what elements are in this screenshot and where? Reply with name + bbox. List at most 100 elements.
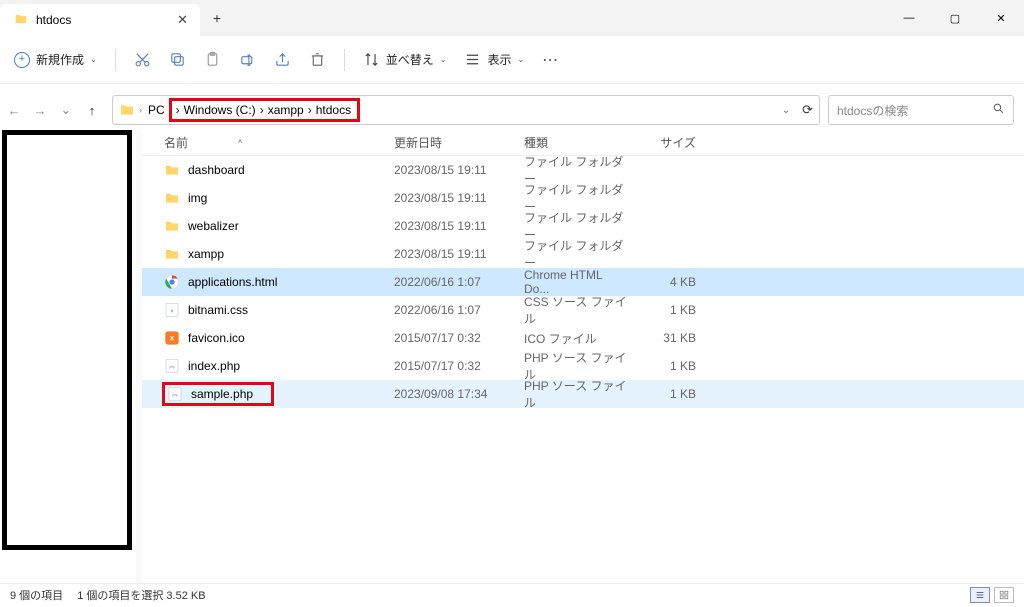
file-row[interactable]: xampp 2023/08/15 19:11ファイル フォルダー	[142, 240, 1024, 268]
file-type: Chrome HTML Do...	[524, 268, 630, 296]
file-name-cell: xampp	[164, 246, 394, 262]
sort-ascending-icon: ˄	[238, 139, 242, 146]
address-dropdown-icon[interactable]: ⌄	[782, 105, 790, 116]
rename-button[interactable]	[239, 51, 256, 68]
file-date: 2022/06/16 1:07	[394, 275, 524, 289]
redacted-sidebar	[2, 130, 132, 550]
copy-button[interactable]	[169, 51, 186, 68]
close-button[interactable]: ✕	[978, 0, 1024, 36]
status-bar: 9 個の項目 1 個の項目を選択 3.52 KB	[0, 583, 1024, 605]
toolbar: + 新規作成 ⌄ 並べ替え ⌄ 表示 ⌄ ⋯	[0, 36, 1024, 84]
file-date: 2023/08/15 19:11	[394, 219, 524, 233]
file-name: bitnami.css	[188, 303, 248, 317]
tab-title: htdocs	[36, 13, 71, 27]
file-name: webalizer	[188, 219, 239, 233]
window-controls: — ▢ ✕	[886, 0, 1024, 36]
file-size: 1 KB	[630, 387, 696, 401]
annotation-highlight: phpsample.php	[162, 382, 274, 406]
file-date: 2023/08/15 19:11	[394, 191, 524, 205]
column-date[interactable]: 更新日時	[394, 134, 524, 151]
css-icon: #	[164, 302, 180, 318]
file-date: 2023/08/15 19:11	[394, 247, 524, 261]
chevron-down-icon: ⌄	[440, 55, 447, 64]
title-bar: htdocs ✕ + — ▢ ✕	[0, 0, 1024, 36]
file-size: 4 KB	[630, 275, 696, 289]
file-size: 31 KB	[630, 331, 696, 345]
chevron-right-icon: ›	[139, 105, 142, 115]
file-name-cell: webalizer	[164, 218, 394, 234]
column-size[interactable]: サイズ	[630, 134, 696, 151]
breadcrumb-pc[interactable]: PC	[146, 103, 167, 117]
address-row: ← → ⌄ ↑ › PC › Windows (C:) › xampp › ht…	[0, 90, 1024, 130]
file-row[interactable]: Xfavicon.ico2015/07/17 0:32ICO ファイル31 KB	[142, 324, 1024, 352]
file-row[interactable]: webalizer2023/08/15 19:11ファイル フォルダー	[142, 212, 1024, 240]
file-name-cell: phpindex.php	[164, 358, 394, 374]
navigation-pane[interactable]	[0, 130, 136, 583]
chevron-right-icon: ›	[176, 103, 180, 117]
share-button[interactable]	[274, 51, 291, 68]
file-date: 2023/09/08 17:34	[394, 387, 524, 401]
file-date: 2015/07/17 0:32	[394, 359, 524, 373]
breadcrumb-xampp[interactable]: xampp	[266, 103, 306, 117]
minimize-button[interactable]: —	[886, 0, 932, 36]
file-row[interactable]: phpindex.php2015/07/17 0:32PHP ソース ファイル1…	[142, 352, 1024, 380]
file-size: 1 KB	[630, 303, 696, 317]
file-type: PHP ソース ファイル	[524, 377, 630, 411]
file-row[interactable]: phpsample.php 2023/09/08 17:34PHP ソース ファイ…	[142, 380, 1024, 408]
new-button[interactable]: + 新規作成 ⌄	[14, 51, 97, 68]
status-selection: 1 個の項目を選択 3.52 KB	[77, 587, 205, 603]
cut-button[interactable]	[134, 51, 151, 68]
more-button[interactable]: ⋯	[542, 50, 560, 70]
breadcrumb-htdocs[interactable]: htdocs	[314, 103, 353, 117]
divider	[344, 49, 345, 71]
svg-text:X: X	[170, 336, 175, 343]
folder-icon	[119, 102, 135, 118]
divider	[115, 49, 116, 71]
file-name: applications.html	[188, 275, 277, 289]
forward-button[interactable]: →	[28, 98, 52, 122]
refresh-button[interactable]: ⟳	[802, 102, 813, 118]
paste-button[interactable]	[204, 51, 221, 68]
close-tab-icon[interactable]: ✕	[177, 12, 188, 28]
php-icon: php	[164, 358, 180, 374]
file-row[interactable]: applications.html 2022/06/16 1:07Chrome H…	[142, 268, 1024, 296]
folder-icon	[164, 190, 180, 206]
window-tab[interactable]: htdocs ✕	[0, 4, 200, 36]
file-name-cell: phpsample.php	[164, 382, 394, 406]
file-rows: dashboard2023/08/15 19:11ファイル フォルダーimg20…	[142, 156, 1024, 408]
breadcrumb-highlight: › Windows (C:) › xampp › htdocs	[169, 98, 360, 122]
folder-icon	[164, 218, 180, 234]
view-label: 表示	[487, 51, 511, 68]
sort-button[interactable]: 並べ替え ⌄	[363, 51, 447, 68]
plus-icon: +	[14, 52, 30, 68]
up-button[interactable]: ↑	[80, 98, 104, 122]
thumbnails-view-toggle[interactable]	[994, 587, 1014, 603]
chrome-icon	[164, 274, 180, 290]
details-view-toggle[interactable]	[970, 587, 990, 603]
svg-text:php: php	[169, 365, 175, 369]
search-input[interactable]: htdocsの検索	[828, 95, 1014, 125]
breadcrumb-drive[interactable]: Windows (C:)	[182, 103, 258, 117]
new-tab-button[interactable]: +	[200, 0, 234, 36]
search-icon	[992, 102, 1005, 118]
address-bar[interactable]: › PC › Windows (C:) › xampp › htdocs ⌄ ⟳	[112, 95, 820, 125]
file-row[interactable]: img2023/08/15 19:11ファイル フォルダー	[142, 184, 1024, 212]
maximize-button[interactable]: ▢	[932, 0, 978, 36]
chevron-down-icon: ⌄	[90, 55, 97, 64]
file-name-cell: Xfavicon.ico	[164, 330, 394, 346]
delete-button[interactable]	[309, 51, 326, 68]
folder-icon	[164, 246, 180, 262]
file-row[interactable]: #bitnami.css2022/06/16 1:07CSS ソース ファイル1…	[142, 296, 1024, 324]
folder-icon	[164, 162, 180, 178]
file-name-cell: img	[164, 190, 394, 206]
php-icon: php	[167, 386, 183, 402]
main-area: 名前 ˄ 更新日時 種類 サイズ dashboard2023/08/15 19:…	[0, 130, 1024, 583]
view-button[interactable]: 表示 ⌄	[464, 51, 524, 68]
column-name[interactable]: 名前 ˄	[164, 134, 394, 151]
file-row[interactable]: dashboard2023/08/15 19:11ファイル フォルダー	[142, 156, 1024, 184]
back-button[interactable]: ←	[2, 98, 26, 122]
file-name: xampp	[188, 247, 224, 261]
history-dropdown[interactable]: ⌄	[54, 98, 78, 122]
column-type[interactable]: 種類	[524, 134, 630, 151]
file-type: ファイル フォルダー	[524, 237, 630, 271]
